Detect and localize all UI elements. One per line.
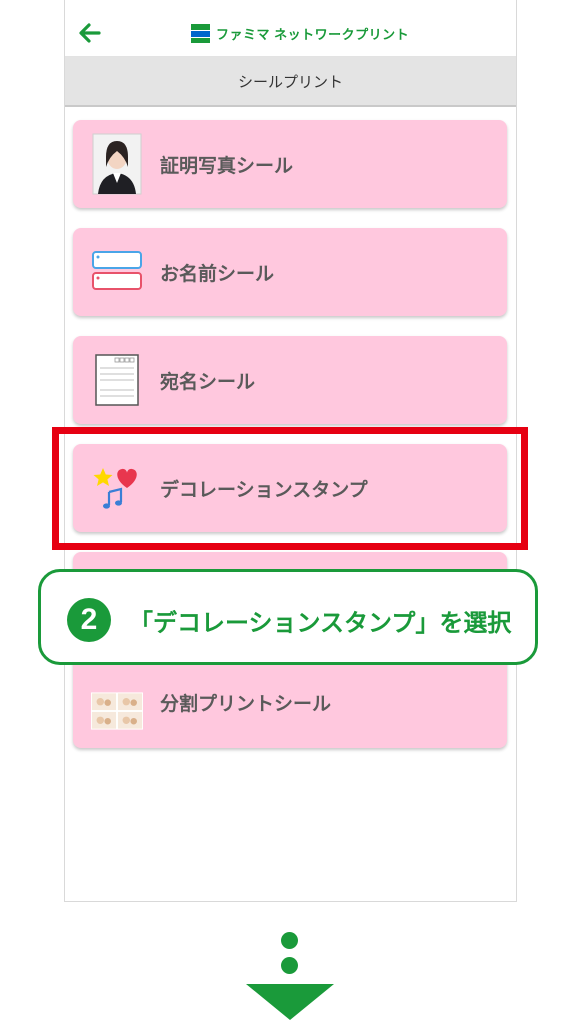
continue-dots — [281, 932, 300, 982]
instruction-text: 「デコレーションスタンプ」を選択 — [129, 609, 512, 637]
menu-item-name-seal[interactable]: お名前シール — [73, 228, 507, 316]
name-label-thumbnail — [91, 241, 143, 303]
app-header: ファミマ ネットワークプリント — [65, 0, 516, 57]
section-header: シールプリント — [65, 57, 516, 107]
instruction-callout: 2 「デコレーションスタンプ」を選択 — [38, 569, 538, 665]
down-arrow-icon — [246, 984, 334, 1020]
famima-logo-icon — [191, 23, 210, 43]
id-photo-thumbnail — [91, 133, 143, 195]
logo-text: ファミマ ネットワークプリント — [216, 26, 410, 42]
split-print-thumbnail — [91, 680, 143, 742]
arrow-left-icon — [79, 23, 101, 43]
section-title: シールプリント — [237, 72, 343, 91]
menu-item-label: 分割プリントシール — [160, 693, 332, 715]
app-logo: ファミマ ネットワークプリント — [191, 22, 409, 44]
dot-icon — [281, 957, 298, 974]
step-number-badge: 2 — [67, 598, 111, 642]
address-label-thumbnail — [91, 349, 143, 411]
menu-item-label: お名前シール — [160, 262, 275, 285]
dot-icon — [281, 932, 298, 949]
back-button[interactable] — [77, 20, 103, 46]
highlight-frame — [52, 427, 528, 550]
menu-item-id-photo-seal[interactable]: 証明写真シール — [73, 120, 507, 208]
menu-item-address-seal[interactable]: 宛名シール — [73, 336, 507, 424]
menu-item-label: 宛名シール — [160, 370, 256, 393]
menu-item-label: 証明写真シール — [160, 154, 294, 177]
